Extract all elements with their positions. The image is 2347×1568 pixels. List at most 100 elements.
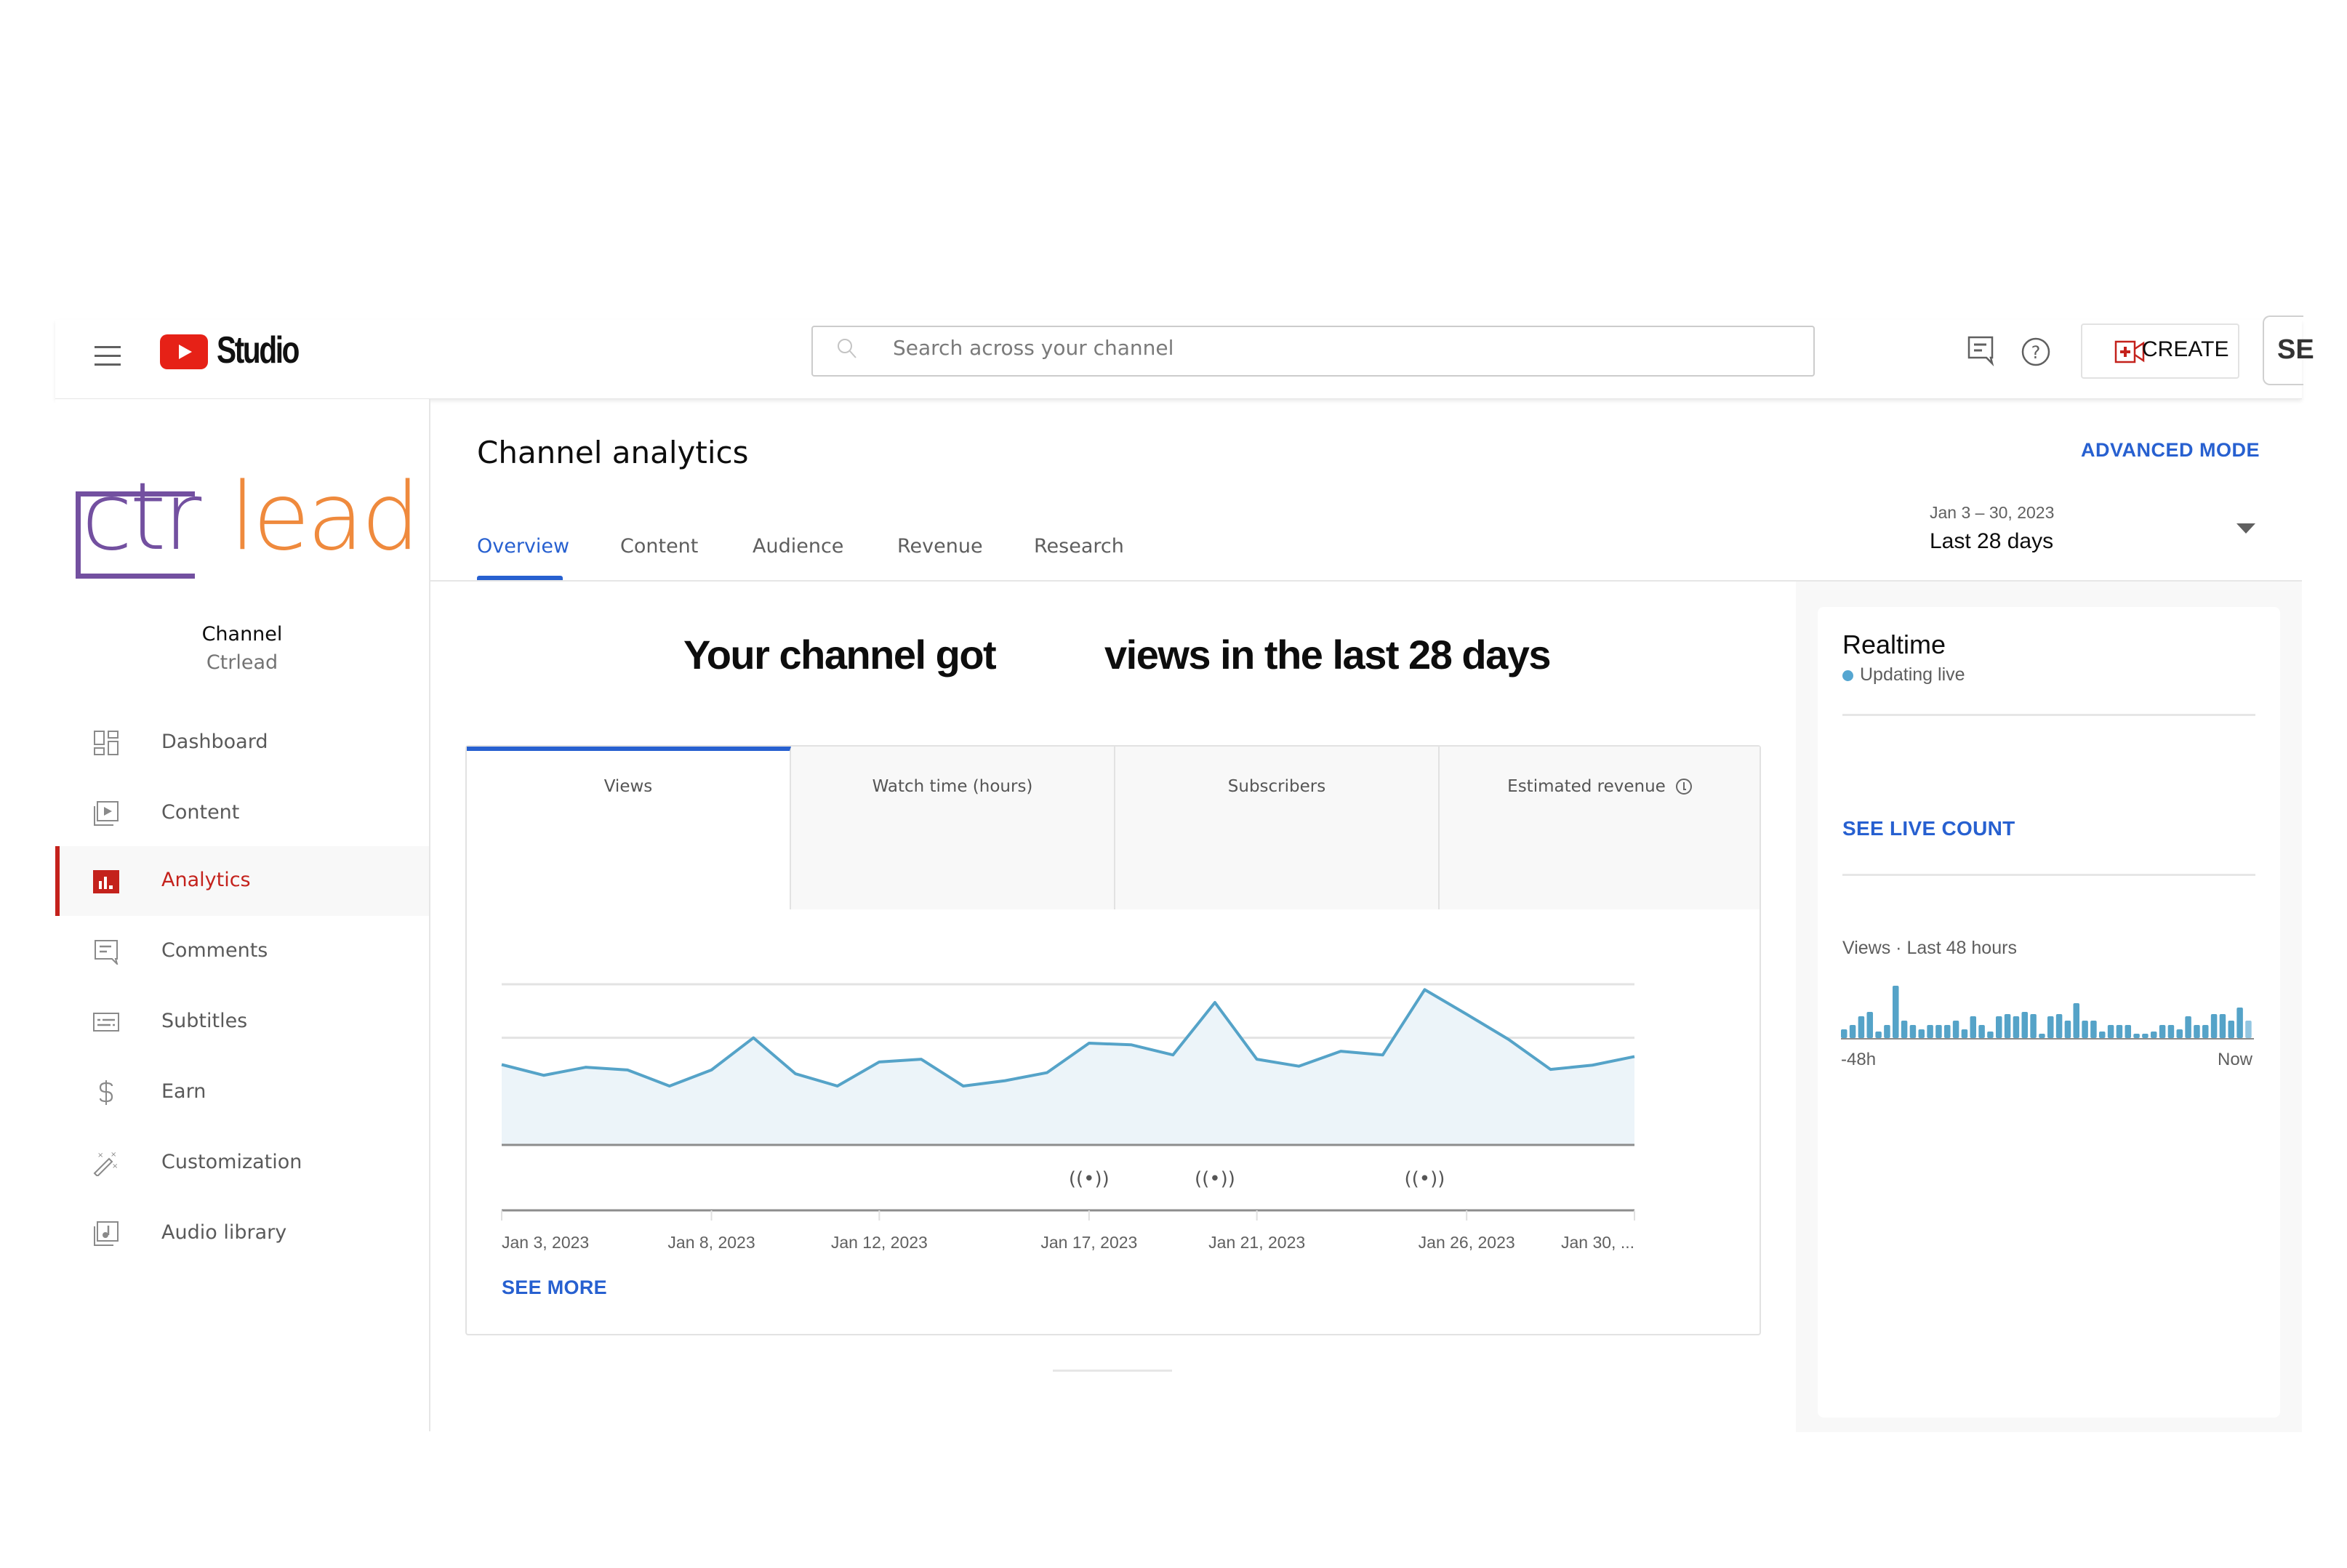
sidebar-item-earn[interactable]: Earn — [55, 1058, 429, 1127]
sidebar-item-subtitles[interactable]: Subtitles — [55, 987, 429, 1057]
tab-audience[interactable]: Audience — [753, 535, 843, 558]
realtime-bar[interactable] — [2047, 1016, 2054, 1038]
realtime-bar[interactable] — [1909, 1025, 1917, 1038]
realtime-bar[interactable] — [2064, 1021, 2071, 1038]
realtime-bar[interactable] — [2133, 1034, 2140, 1038]
realtime-bar[interactable] — [2013, 1016, 2020, 1038]
card-pager-indicator[interactable] — [1053, 1370, 1172, 1372]
realtime-bar[interactable] — [2004, 1014, 2011, 1038]
realtime-bar[interactable] — [1952, 1021, 1959, 1038]
realtime-bar[interactable] — [1858, 1016, 1865, 1038]
realtime-bar[interactable] — [1996, 1016, 2002, 1038]
live-broadcast-icon[interactable]: ((•)) — [1195, 1168, 1235, 1190]
realtime-bar[interactable] — [2185, 1016, 2191, 1038]
realtime-bar-chart — [1841, 986, 2254, 1040]
date-range-text[interactable]: Jan 3 – 30, 2023 — [1930, 503, 2054, 523]
sidebar-item-customization[interactable]: × × × Customization — [55, 1128, 429, 1198]
realtime-bar[interactable] — [2219, 1014, 2226, 1038]
menu-icon[interactable] — [95, 342, 124, 371]
svg-text:?: ? — [2031, 342, 2041, 363]
realtime-bar[interactable] — [1884, 1025, 1890, 1038]
realtime-bar[interactable] — [2176, 1029, 2183, 1038]
live-broadcast-icon[interactable]: ((•)) — [1405, 1168, 1445, 1190]
chevron-down-icon[interactable] — [2236, 523, 2255, 534]
realtime-bar[interactable] — [2107, 1025, 2114, 1038]
realtime-bar[interactable] — [1944, 1025, 1951, 1038]
studio-logo-text[interactable]: Studio — [217, 329, 300, 372]
account-initials[interactable]: SE — [2277, 334, 2314, 366]
realtime-bar[interactable] — [1849, 1025, 1856, 1038]
sidebar-item-comments[interactable]: Comments — [55, 917, 429, 986]
realtime-bar[interactable] — [2245, 1021, 2252, 1038]
clock-info-icon[interactable] — [1675, 779, 1692, 795]
realtime-bar[interactable] — [2167, 1025, 2175, 1038]
create-button-label[interactable]: CREATE — [2142, 337, 2228, 362]
realtime-bar[interactable] — [2021, 1012, 2029, 1038]
realtime-bar[interactable] — [1970, 1016, 1977, 1038]
realtime-bar[interactable] — [1961, 1029, 1968, 1038]
realtime-bar[interactable] — [2210, 1014, 2218, 1038]
tab-overview[interactable]: Overview — [477, 535, 569, 558]
realtime-bar[interactable] — [2030, 1014, 2037, 1038]
realtime-bar[interactable] — [2151, 1032, 2157, 1038]
realtime-bar[interactable] — [2142, 1034, 2149, 1038]
realtime-bar[interactable] — [1935, 1025, 1942, 1038]
realtime-bar[interactable] — [2039, 1034, 2045, 1038]
see-live-count-button[interactable]: SEE LIVE COUNT — [1842, 817, 2015, 840]
x-tick-label: Jan 26, 2023 — [1419, 1233, 1515, 1250]
realtime-bar[interactable] — [2116, 1025, 2123, 1038]
x-tick-label: Jan 12, 2023 — [831, 1233, 928, 1250]
tab-revenue[interactable]: Revenue — [897, 535, 983, 558]
sidebar-item-audio-library[interactable]: Audio library — [55, 1199, 429, 1269]
metric-tab-watch-time[interactable]: Watch time (hours) — [791, 747, 1115, 909]
realtime-bar[interactable] — [2055, 1014, 2063, 1038]
see-more-button[interactable]: SEE MORE — [502, 1276, 607, 1299]
realtime-bar[interactable] — [2082, 1021, 2088, 1038]
svg-text:×: × — [97, 1151, 103, 1159]
realtime-bar[interactable] — [2236, 1008, 2243, 1038]
realtime-bar[interactable] — [2125, 1025, 2132, 1038]
comments-icon — [95, 940, 119, 965]
metric-tab-label: Watch time (hours) — [872, 777, 1033, 796]
realtime-bar[interactable] — [1841, 1029, 1847, 1038]
x-tick-label: Jan 21, 2023 — [1208, 1233, 1305, 1250]
realtime-bar[interactable] — [2090, 1021, 2097, 1038]
realtime-bar[interactable] — [1987, 1032, 1994, 1038]
sidebar-item-content[interactable]: Content — [55, 779, 429, 848]
youtube-play-icon[interactable] — [160, 334, 208, 369]
help-icon[interactable]: ? — [2020, 336, 2052, 368]
realtime-bar[interactable] — [2159, 1025, 2166, 1038]
live-broadcast-icon[interactable]: ((•)) — [1069, 1168, 1110, 1190]
realtime-bar[interactable] — [2228, 1021, 2235, 1038]
realtime-bar[interactable] — [1901, 1021, 1908, 1038]
tab-research[interactable]: Research — [1034, 535, 1124, 558]
tab-content[interactable]: Content — [620, 535, 698, 558]
metric-tab-label: Estimated revenue — [1507, 777, 1666, 796]
realtime-bar[interactable] — [1918, 1029, 1925, 1038]
realtime-bar[interactable] — [1893, 986, 1899, 1038]
realtime-bar[interactable] — [1866, 1012, 1874, 1038]
channel-name[interactable]: Ctrlead — [55, 651, 429, 674]
search-placeholder[interactable]: Search across your channel — [893, 336, 1174, 360]
channel-label: Channel — [201, 623, 283, 646]
sidebar-item-analytics[interactable]: Analytics — [55, 846, 429, 916]
feedback-icon[interactable] — [1965, 334, 1997, 366]
metric-tab-estimated-revenue[interactable]: Estimated revenue — [1440, 747, 1760, 909]
advanced-mode-button[interactable]: ADVANCED MODE — [2081, 439, 2260, 462]
sidebar-item-label: Earn — [161, 1080, 206, 1103]
realtime-views-label: Views · Last 48 hours — [1842, 938, 2017, 958]
realtime-bar[interactable] — [2099, 1032, 2106, 1038]
sidebar-item-dashboard[interactable]: Dashboard — [55, 708, 429, 778]
realtime-bar[interactable] — [1875, 1032, 1882, 1038]
metric-tab-label-wrap: Estimated revenue — [1440, 777, 1760, 796]
metric-tab-views[interactable]: Views — [467, 747, 791, 909]
realtime-bar[interactable] — [1978, 1025, 1985, 1038]
realtime-bar[interactable] — [2073, 1003, 2080, 1038]
realtime-bar[interactable] — [2194, 1025, 2200, 1038]
metric-tab-subscribers[interactable]: Subscribers — [1115, 747, 1440, 909]
sidebar-item-label: Content — [161, 801, 240, 824]
realtime-bar[interactable] — [1927, 1025, 1933, 1038]
realtime-bar[interactable] — [2202, 1025, 2209, 1038]
date-preset-select[interactable]: Last 28 days — [1930, 529, 2053, 554]
realtime-divider — [1842, 874, 2255, 876]
